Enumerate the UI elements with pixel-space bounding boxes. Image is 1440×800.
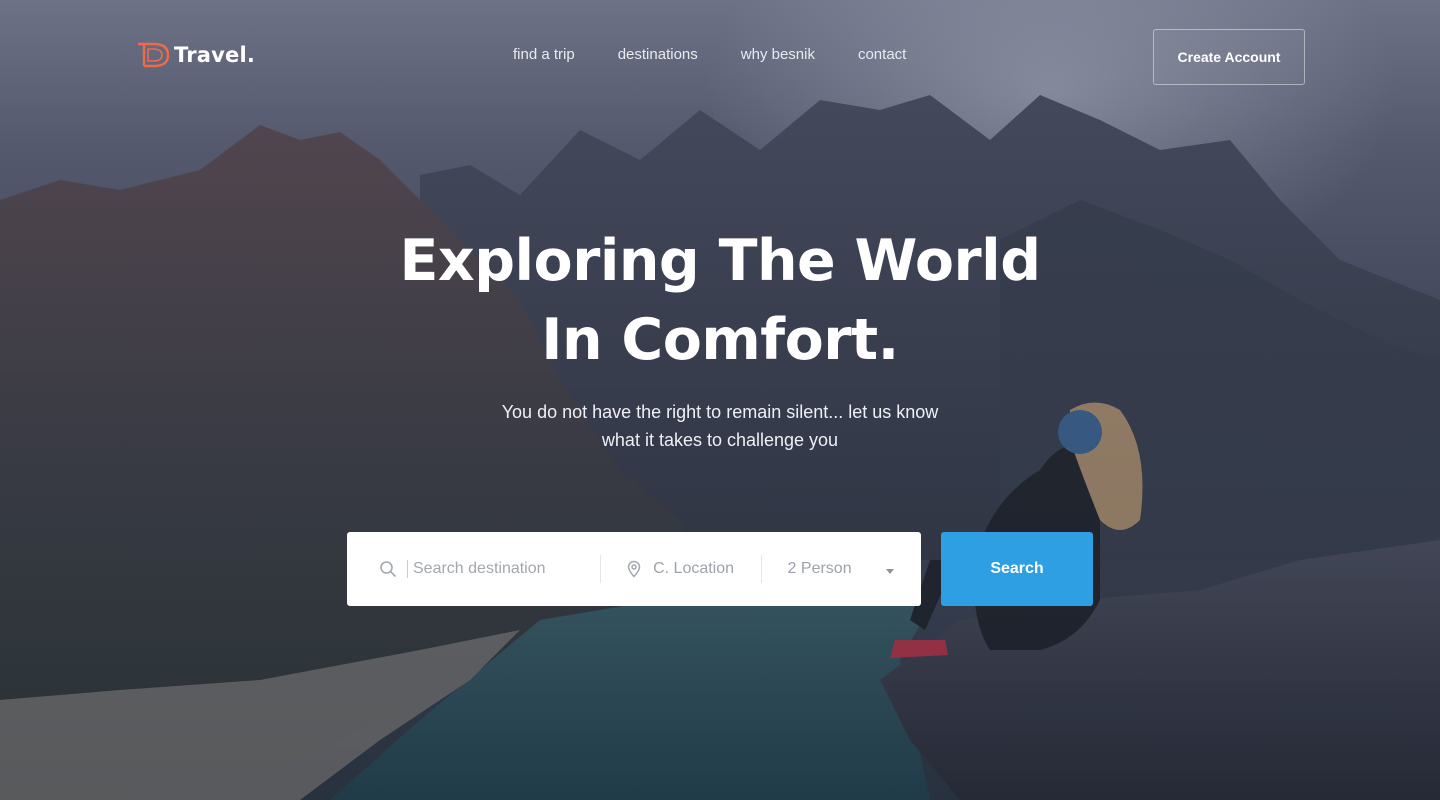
logo-d-icon <box>138 42 170 68</box>
create-account-button[interactable]: Create Account <box>1153 29 1305 85</box>
hero-title: Exploring The World In Comfort. <box>320 222 1120 380</box>
hero-subtitle-line-1: You do not have the right to remain sile… <box>501 402 939 422</box>
person-select[interactable]: 2 Person <box>762 532 921 606</box>
nav-find-a-trip[interactable]: find a trip <box>513 46 575 63</box>
nav-contact[interactable]: contact <box>858 46 906 63</box>
hero-section: Travel. find a trip destinations why bes… <box>0 0 1440 800</box>
location-field[interactable]: C. Location <box>601 532 760 606</box>
person-value: 2 Person <box>787 560 852 577</box>
nav-destinations[interactable]: destinations <box>618 46 698 63</box>
hero-subtitle-line-2: what it takes to challenge you <box>601 430 839 450</box>
brand-name: Travel. <box>174 43 256 67</box>
hero-title-line-1: Exploring The World <box>399 228 1042 294</box>
main-nav: find a trip destinations why besnik cont… <box>513 46 906 63</box>
caret-down-icon <box>885 569 894 574</box>
map-pin-icon <box>627 560 641 578</box>
brand-logo[interactable]: Travel. <box>136 40 255 70</box>
destination-field[interactable] <box>347 532 601 606</box>
destination-input[interactable] <box>407 560 601 578</box>
search-icon <box>380 561 396 577</box>
hero-subtitle: You do not have the right to remain sile… <box>440 398 1000 454</box>
hero-title-line-2: In Comfort. <box>541 307 899 373</box>
location-value: C. Location <box>653 560 735 577</box>
search-button[interactable]: Search <box>941 532 1093 606</box>
search-bar: C. Location 2 Person <box>347 532 921 606</box>
nav-why-besnik[interactable]: why besnik <box>741 46 815 63</box>
